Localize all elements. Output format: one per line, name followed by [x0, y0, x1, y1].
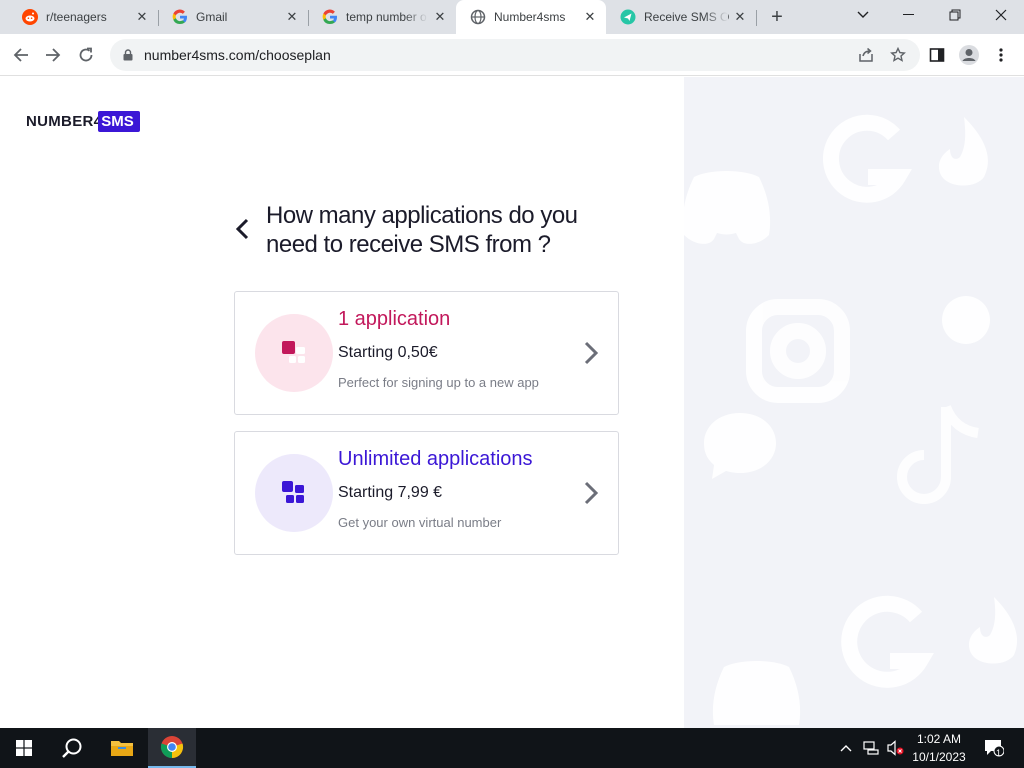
- tab-gmail[interactable]: Gmail ✕: [158, 0, 308, 34]
- google-icon: [322, 9, 338, 25]
- file-explorer-icon[interactable]: [98, 728, 146, 768]
- site-logo[interactable]: NUMBER4 SMS: [26, 109, 140, 133]
- tab-title: Number4sms: [494, 10, 566, 24]
- multi-app-icon: [282, 481, 304, 503]
- side-panel-icon[interactable]: [922, 40, 952, 70]
- close-icon[interactable]: ✕: [582, 9, 598, 25]
- heading-line: need to receive SMS from ?: [266, 231, 551, 258]
- tab-temp-number[interactable]: temp number o ✕: [308, 0, 456, 34]
- plan-price: Starting 0,50€: [338, 344, 438, 361]
- globe-icon: [470, 9, 486, 25]
- back-arrow-icon[interactable]: [6, 40, 36, 70]
- windows-start-icon[interactable]: [0, 728, 48, 768]
- chevron-right-icon: [584, 341, 599, 365]
- forward-arrow-icon[interactable]: [38, 40, 68, 70]
- reload-icon[interactable]: [71, 40, 101, 70]
- search-icon[interactable]: [48, 728, 96, 768]
- plan-description: Perfect for signing up to a new app: [338, 375, 539, 390]
- url-text[interactable]: number4sms.com/chooseplan: [144, 47, 331, 63]
- plan-icon-circle: [255, 454, 333, 532]
- plan-price: Starting 7,99 €: [338, 484, 443, 501]
- kebab-menu-icon[interactable]: [986, 40, 1016, 70]
- tab-number4sms[interactable]: Number4sms ✕: [456, 0, 606, 34]
- address-bar[interactable]: number4sms.com/chooseplan: [110, 39, 920, 71]
- app-logos-pattern: [684, 114, 1018, 725]
- system-clock[interactable]: 1:02 AM 10/1/2023: [906, 730, 972, 766]
- tinder-logo-shape: [938, 117, 988, 186]
- receive-sms-icon: [620, 9, 636, 25]
- tab-strip: r/teenagers ✕ Gmail ✕ temp number o ✕ Nu…: [0, 0, 1024, 34]
- volume-muted-icon[interactable]: [884, 728, 906, 768]
- tab-title: Gmail: [196, 10, 228, 24]
- network-icon[interactable]: [860, 728, 882, 768]
- chevron-right-icon: [584, 481, 599, 505]
- share-icon[interactable]: [851, 40, 881, 70]
- logo-badge: SMS: [98, 110, 140, 132]
- main-content: NUMBER4 SMS How many applications do you…: [0, 77, 684, 728]
- close-icon[interactable]: ✕: [732, 9, 748, 25]
- windows-taskbar: 1:02 AM 10/1/2023 1: [0, 728, 1024, 768]
- decorative-background: [684, 77, 1024, 728]
- google-icon: [172, 9, 188, 25]
- plan-card-single[interactable]: 1 application Starting 0,50€ Perfect for…: [234, 291, 619, 415]
- bookmark-star-icon[interactable]: [883, 40, 913, 70]
- tiktok-logo-shape: [897, 405, 979, 504]
- close-icon[interactable]: ✕: [284, 9, 300, 25]
- lock-icon[interactable]: [120, 49, 136, 61]
- restore-icon[interactable]: [932, 0, 978, 30]
- chrome-taskbar-icon[interactable]: [148, 728, 196, 768]
- chevron-up-icon[interactable]: [836, 728, 856, 768]
- tab-title: r/teenagers: [46, 10, 107, 24]
- plan-description: Get your own virtual number: [338, 515, 502, 530]
- plan-card-unlimited[interactable]: Unlimited applications Starting 7,99 € G…: [234, 431, 619, 555]
- new-tab-button[interactable]: +: [766, 6, 788, 28]
- tab-search-icon[interactable]: [840, 0, 886, 30]
- heading-line: How many applications do you: [266, 202, 578, 229]
- close-icon[interactable]: ✕: [134, 9, 150, 25]
- notifications-icon[interactable]: 1: [978, 728, 1010, 768]
- notification-count: 1: [996, 748, 1002, 758]
- close-icon[interactable]: ✕: [432, 9, 448, 25]
- messenger-logo-shape: [704, 413, 776, 479]
- clock-time: 1:02 AM: [916, 732, 962, 746]
- plan-title: 1 application: [338, 308, 451, 330]
- google-logo-shape: [841, 595, 934, 688]
- reddit-icon: [22, 9, 38, 25]
- plan-title: Unlimited applications: [338, 448, 533, 470]
- page-title: How many applications do you need to rec…: [266, 201, 626, 259]
- browser-toolbar: number4sms.com/chooseplan: [0, 34, 1024, 76]
- profile-avatar-icon[interactable]: [954, 40, 984, 70]
- tinder-logo-shape: [968, 597, 1018, 664]
- telegram-logo-shape: [942, 296, 990, 344]
- discord-logo-shape: [712, 661, 801, 725]
- google-logo-shape: [822, 114, 913, 203]
- instagram-logo-shape: [746, 299, 850, 403]
- tab-reddit[interactable]: r/teenagers ✕: [8, 0, 158, 34]
- plan-icon-circle: [255, 314, 333, 392]
- minimize-icon[interactable]: [886, 0, 932, 30]
- single-app-icon: [282, 341, 305, 363]
- web-page: NUMBER4 SMS How many applications do you…: [0, 77, 1024, 728]
- tab-receive-sms[interactable]: Receive SMS O ✕: [606, 0, 756, 34]
- logo-word: NUMBER4: [26, 112, 103, 130]
- clock-date: 10/1/2023: [912, 750, 966, 764]
- close-window-icon[interactable]: [978, 0, 1024, 30]
- back-chevron-icon[interactable]: [232, 217, 252, 241]
- discord-logo-shape: [684, 171, 771, 244]
